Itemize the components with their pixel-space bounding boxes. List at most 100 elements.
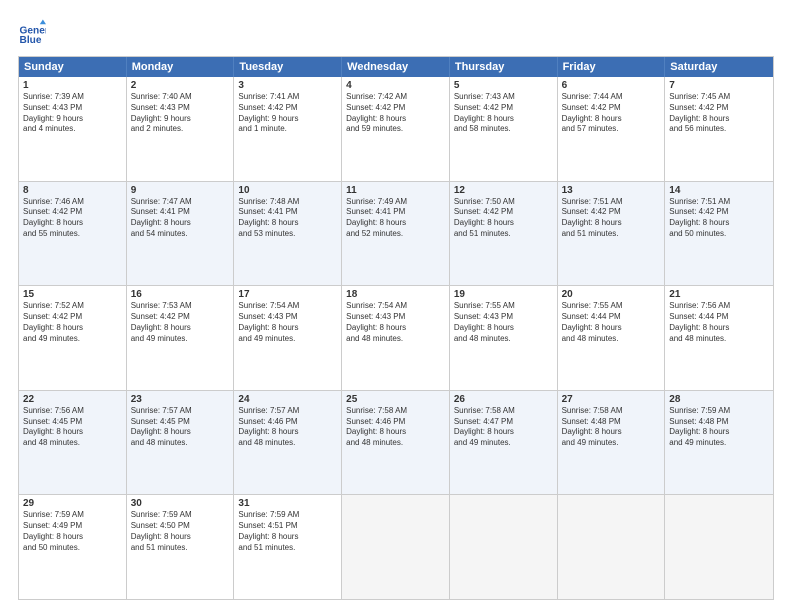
day-cell-13: 13Sunrise: 7:51 AM Sunset: 4:42 PM Dayli… (558, 182, 666, 286)
day-cell-26: 26Sunrise: 7:58 AM Sunset: 4:47 PM Dayli… (450, 391, 558, 495)
day-cell-29: 29Sunrise: 7:59 AM Sunset: 4:49 PM Dayli… (19, 495, 127, 599)
day-info: Sunrise: 7:50 AM Sunset: 4:42 PM Dayligh… (454, 197, 553, 240)
day-number: 16 (131, 289, 230, 300)
day-cell-17: 17Sunrise: 7:54 AM Sunset: 4:43 PM Dayli… (234, 286, 342, 390)
day-cell-20: 20Sunrise: 7:55 AM Sunset: 4:44 PM Dayli… (558, 286, 666, 390)
day-number: 20 (562, 289, 661, 300)
day-info: Sunrise: 7:56 AM Sunset: 4:45 PM Dayligh… (23, 406, 122, 449)
day-number: 31 (238, 498, 337, 509)
day-cell-27: 27Sunrise: 7:58 AM Sunset: 4:48 PM Dayli… (558, 391, 666, 495)
day-cell-9: 9Sunrise: 7:47 AM Sunset: 4:41 PM Daylig… (127, 182, 235, 286)
day-info: Sunrise: 7:40 AM Sunset: 4:43 PM Dayligh… (131, 92, 230, 135)
day-number: 4 (346, 80, 445, 91)
day-header-friday: Friday (558, 57, 666, 77)
day-cell-15: 15Sunrise: 7:52 AM Sunset: 4:42 PM Dayli… (19, 286, 127, 390)
day-header-saturday: Saturday (665, 57, 773, 77)
day-number: 3 (238, 80, 337, 91)
day-number: 15 (23, 289, 122, 300)
day-cell-4: 4Sunrise: 7:42 AM Sunset: 4:42 PM Daylig… (342, 77, 450, 181)
day-info: Sunrise: 7:55 AM Sunset: 4:43 PM Dayligh… (454, 301, 553, 344)
day-cell-6: 6Sunrise: 7:44 AM Sunset: 4:42 PM Daylig… (558, 77, 666, 181)
day-info: Sunrise: 7:51 AM Sunset: 4:42 PM Dayligh… (669, 197, 769, 240)
day-info: Sunrise: 7:59 AM Sunset: 4:51 PM Dayligh… (238, 510, 337, 553)
day-info: Sunrise: 7:48 AM Sunset: 4:41 PM Dayligh… (238, 197, 337, 240)
day-info: Sunrise: 7:56 AM Sunset: 4:44 PM Dayligh… (669, 301, 769, 344)
empty-cell-4-5 (558, 495, 666, 599)
day-number: 21 (669, 289, 769, 300)
day-number: 11 (346, 185, 445, 196)
week-row-2: 8Sunrise: 7:46 AM Sunset: 4:42 PM Daylig… (19, 181, 773, 286)
day-number: 27 (562, 394, 661, 405)
day-cell-19: 19Sunrise: 7:55 AM Sunset: 4:43 PM Dayli… (450, 286, 558, 390)
day-header-sunday: Sunday (19, 57, 127, 77)
day-number: 29 (23, 498, 122, 509)
day-info: Sunrise: 7:42 AM Sunset: 4:42 PM Dayligh… (346, 92, 445, 135)
day-number: 28 (669, 394, 769, 405)
day-info: Sunrise: 7:41 AM Sunset: 4:42 PM Dayligh… (238, 92, 337, 135)
day-header-tuesday: Tuesday (234, 57, 342, 77)
day-cell-23: 23Sunrise: 7:57 AM Sunset: 4:45 PM Dayli… (127, 391, 235, 495)
day-cell-10: 10Sunrise: 7:48 AM Sunset: 4:41 PM Dayli… (234, 182, 342, 286)
day-info: Sunrise: 7:49 AM Sunset: 4:41 PM Dayligh… (346, 197, 445, 240)
day-info: Sunrise: 7:53 AM Sunset: 4:42 PM Dayligh… (131, 301, 230, 344)
day-info: Sunrise: 7:39 AM Sunset: 4:43 PM Dayligh… (23, 92, 122, 135)
day-cell-21: 21Sunrise: 7:56 AM Sunset: 4:44 PM Dayli… (665, 286, 773, 390)
day-number: 22 (23, 394, 122, 405)
day-info: Sunrise: 7:58 AM Sunset: 4:48 PM Dayligh… (562, 406, 661, 449)
day-cell-1: 1Sunrise: 7:39 AM Sunset: 4:43 PM Daylig… (19, 77, 127, 181)
empty-cell-4-3 (342, 495, 450, 599)
day-info: Sunrise: 7:54 AM Sunset: 4:43 PM Dayligh… (346, 301, 445, 344)
empty-cell-4-4 (450, 495, 558, 599)
day-cell-12: 12Sunrise: 7:50 AM Sunset: 4:42 PM Dayli… (450, 182, 558, 286)
day-cell-24: 24Sunrise: 7:57 AM Sunset: 4:46 PM Dayli… (234, 391, 342, 495)
day-number: 14 (669, 185, 769, 196)
day-number: 26 (454, 394, 553, 405)
day-number: 6 (562, 80, 661, 91)
day-cell-11: 11Sunrise: 7:49 AM Sunset: 4:41 PM Dayli… (342, 182, 450, 286)
day-cell-7: 7Sunrise: 7:45 AM Sunset: 4:42 PM Daylig… (665, 77, 773, 181)
day-info: Sunrise: 7:58 AM Sunset: 4:47 PM Dayligh… (454, 406, 553, 449)
day-cell-31: 31Sunrise: 7:59 AM Sunset: 4:51 PM Dayli… (234, 495, 342, 599)
day-info: Sunrise: 7:45 AM Sunset: 4:42 PM Dayligh… (669, 92, 769, 135)
day-info: Sunrise: 7:58 AM Sunset: 4:46 PM Dayligh… (346, 406, 445, 449)
day-number: 7 (669, 80, 769, 91)
day-number: 12 (454, 185, 553, 196)
day-header-wednesday: Wednesday (342, 57, 450, 77)
day-info: Sunrise: 7:47 AM Sunset: 4:41 PM Dayligh… (131, 197, 230, 240)
day-info: Sunrise: 7:59 AM Sunset: 4:50 PM Dayligh… (131, 510, 230, 553)
day-info: Sunrise: 7:52 AM Sunset: 4:42 PM Dayligh… (23, 301, 122, 344)
day-cell-25: 25Sunrise: 7:58 AM Sunset: 4:46 PM Dayli… (342, 391, 450, 495)
day-number: 13 (562, 185, 661, 196)
day-info: Sunrise: 7:59 AM Sunset: 4:49 PM Dayligh… (23, 510, 122, 553)
day-info: Sunrise: 7:59 AM Sunset: 4:48 PM Dayligh… (669, 406, 769, 449)
day-cell-14: 14Sunrise: 7:51 AM Sunset: 4:42 PM Dayli… (665, 182, 773, 286)
day-info: Sunrise: 7:54 AM Sunset: 4:43 PM Dayligh… (238, 301, 337, 344)
day-number: 1 (23, 80, 122, 91)
day-number: 9 (131, 185, 230, 196)
day-cell-28: 28Sunrise: 7:59 AM Sunset: 4:48 PM Dayli… (665, 391, 773, 495)
logo-icon: General Blue (18, 18, 46, 46)
day-info: Sunrise: 7:51 AM Sunset: 4:42 PM Dayligh… (562, 197, 661, 240)
day-number: 24 (238, 394, 337, 405)
day-cell-30: 30Sunrise: 7:59 AM Sunset: 4:50 PM Dayli… (127, 495, 235, 599)
day-info: Sunrise: 7:44 AM Sunset: 4:42 PM Dayligh… (562, 92, 661, 135)
day-cell-8: 8Sunrise: 7:46 AM Sunset: 4:42 PM Daylig… (19, 182, 127, 286)
day-cell-3: 3Sunrise: 7:41 AM Sunset: 4:42 PM Daylig… (234, 77, 342, 181)
day-cell-18: 18Sunrise: 7:54 AM Sunset: 4:43 PM Dayli… (342, 286, 450, 390)
day-info: Sunrise: 7:55 AM Sunset: 4:44 PM Dayligh… (562, 301, 661, 344)
day-number: 19 (454, 289, 553, 300)
week-row-5: 29Sunrise: 7:59 AM Sunset: 4:49 PM Dayli… (19, 494, 773, 599)
calendar-header-row: SundayMondayTuesdayWednesdayThursdayFrid… (19, 57, 773, 77)
day-number: 23 (131, 394, 230, 405)
page-header: General Blue (18, 18, 774, 46)
day-cell-2: 2Sunrise: 7:40 AM Sunset: 4:43 PM Daylig… (127, 77, 235, 181)
week-row-1: 1Sunrise: 7:39 AM Sunset: 4:43 PM Daylig… (19, 77, 773, 181)
day-info: Sunrise: 7:43 AM Sunset: 4:42 PM Dayligh… (454, 92, 553, 135)
logo: General Blue (18, 18, 50, 46)
day-number: 18 (346, 289, 445, 300)
week-row-4: 22Sunrise: 7:56 AM Sunset: 4:45 PM Dayli… (19, 390, 773, 495)
week-row-3: 15Sunrise: 7:52 AM Sunset: 4:42 PM Dayli… (19, 285, 773, 390)
day-number: 25 (346, 394, 445, 405)
day-cell-5: 5Sunrise: 7:43 AM Sunset: 4:42 PM Daylig… (450, 77, 558, 181)
svg-text:Blue: Blue (20, 35, 42, 46)
